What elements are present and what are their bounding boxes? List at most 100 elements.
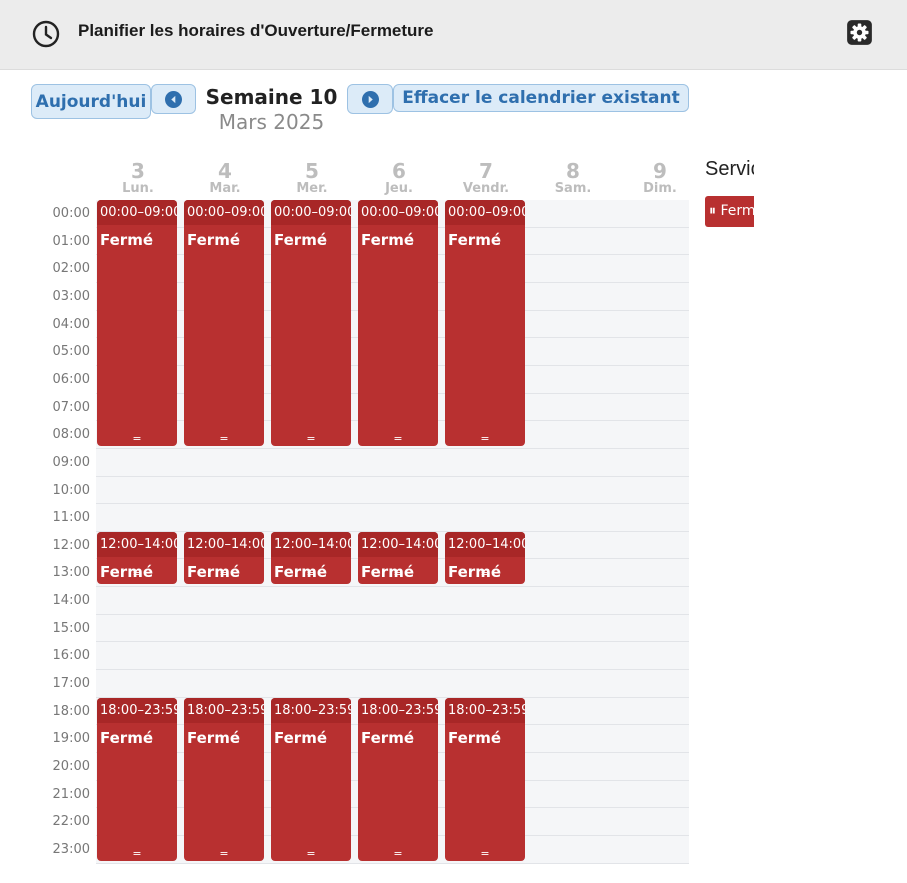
day-header-9: 9 Dim. <box>620 158 700 196</box>
hour-label: 01:00 <box>52 233 90 249</box>
resize-handle[interactable]: = <box>271 433 351 445</box>
service-closed-chip[interactable]: ⏸ Ferm <box>705 196 754 227</box>
hour-line <box>96 863 689 864</box>
event-time: 00:00–09:00 <box>358 200 438 225</box>
chevron-left-icon <box>165 90 182 108</box>
resize-handle[interactable]: = <box>271 568 351 580</box>
hour-label: 13:00 <box>52 565 90 581</box>
hour-line <box>96 448 689 449</box>
next-week-button[interactable] <box>347 84 393 114</box>
top-bar: Planifier les horaires d'Ouverture/Ferme… <box>0 0 907 70</box>
resize-handle[interactable]: = <box>184 433 264 445</box>
day-label: Dim. <box>643 181 677 196</box>
resize-handle[interactable]: = <box>97 568 177 580</box>
event-time: 12:00–14:00 <box>445 532 525 557</box>
closed-event[interactable]: 00:00–09:00 Fermé = <box>184 200 264 446</box>
today-button[interactable]: Aujourd'hui <box>31 84 151 119</box>
event-time: 18:00–23:59 <box>358 698 438 723</box>
hour-line <box>96 614 689 615</box>
event-time: 12:00–14:00 <box>97 532 177 557</box>
day-label: Vendr. <box>462 181 510 196</box>
closed-event[interactable]: 12:00–14:00 Fermé = <box>97 532 177 584</box>
gear-icon[interactable] <box>846 19 873 46</box>
hour-label: 20:00 <box>52 759 90 774</box>
closed-event[interactable]: 12:00–14:00 Fermé = <box>358 532 438 584</box>
hour-label: 14:00 <box>52 593 90 609</box>
event-label: Fermé <box>187 231 241 249</box>
hour-label: 08:00 <box>52 427 90 443</box>
hour-label: 16:00 <box>52 648 90 664</box>
event-time: 18:00–23:59 <box>184 698 264 723</box>
resize-handle[interactable]: = <box>97 848 177 860</box>
hour-label: 02:00 <box>52 261 90 277</box>
hour-label: 07:00 <box>52 399 90 415</box>
event-time: 00:00–09:00 <box>271 200 351 225</box>
event-time: 12:00–14:00 <box>184 532 264 557</box>
closed-event[interactable]: 00:00–09:00 Fermé = <box>271 200 351 446</box>
event-label: Fermé <box>187 729 241 747</box>
event-label: Fermé <box>100 729 154 747</box>
event-label: Fermé <box>448 231 502 249</box>
month-title: Mars 2025 <box>218 110 325 134</box>
closed-event[interactable]: 12:00–14:00 Fermé = <box>184 532 264 584</box>
closed-event[interactable]: 18:00–23:59 Fermé = <box>97 698 177 861</box>
hour-label: 03:00 <box>52 288 90 304</box>
services-title: Servic <box>705 158 754 180</box>
event-time: 12:00–14:00 <box>358 532 438 557</box>
hour-label: 17:00 <box>52 676 90 692</box>
day-label: Jeu. <box>385 181 413 196</box>
previous-week-button[interactable] <box>151 84 196 114</box>
resize-handle[interactable]: = <box>358 568 438 580</box>
event-time: 12:00–14:00 <box>271 532 351 557</box>
resize-handle[interactable]: = <box>358 433 438 445</box>
hour-line <box>96 503 689 504</box>
resize-handle[interactable]: = <box>184 848 264 860</box>
closed-event[interactable]: 18:00–23:59 Fermé = <box>358 698 438 861</box>
closed-event[interactable]: 12:00–14:00 Fermé = <box>445 532 525 584</box>
event-time: 00:00–09:00 <box>184 200 264 225</box>
event-time: 18:00–23:59 <box>97 698 177 723</box>
resize-handle[interactable]: = <box>445 568 525 580</box>
event-label: Fermé <box>100 231 154 249</box>
hour-line <box>96 641 689 642</box>
clear-calendar-button[interactable]: Effacer le calendrier existant <box>393 84 689 112</box>
event-label: Fermé <box>361 729 415 747</box>
resize-handle[interactable]: = <box>184 568 264 580</box>
day-header-8: 8 Sam. <box>533 158 613 196</box>
resize-handle[interactable]: = <box>358 848 438 860</box>
event-time: 18:00–23:59 <box>445 698 525 723</box>
hour-label: 21:00 <box>52 786 90 802</box>
hour-label: 06:00 <box>52 371 90 387</box>
day-label: Sam. <box>554 181 592 196</box>
hour-line <box>96 669 689 670</box>
event-label: Fermé <box>274 231 328 249</box>
event-label: Fermé <box>274 729 328 747</box>
closed-event[interactable]: 12:00–14:00 Fermé = <box>271 532 351 584</box>
closed-event[interactable]: 00:00–09:00 Fermé = <box>97 200 177 446</box>
hour-label: 15:00 <box>52 620 90 636</box>
closed-event[interactable]: 00:00–09:00 Fermé = <box>358 200 438 446</box>
closed-event[interactable]: 18:00–23:59 Fermé = <box>184 698 264 861</box>
event-time: 00:00–09:00 <box>97 200 177 225</box>
resize-handle[interactable]: = <box>445 433 525 445</box>
closed-event[interactable]: 18:00–23:59 Fermé = <box>271 698 351 861</box>
resize-handle[interactable]: = <box>271 848 351 860</box>
event-time: 00:00–09:00 <box>445 200 525 225</box>
hour-label: 05:00 <box>52 344 90 360</box>
hour-label: 09:00 <box>52 454 90 470</box>
day-header-6: 6 Jeu. <box>359 158 439 196</box>
closed-event[interactable]: 18:00–23:59 Fermé = <box>445 698 525 861</box>
closed-event[interactable]: 00:00–09:00 Fermé = <box>445 200 525 446</box>
chevron-right-icon <box>361 90 379 108</box>
clock-icon <box>32 20 60 48</box>
day-header-3: 3 Lun. <box>98 158 178 196</box>
resize-handle[interactable]: = <box>97 433 177 445</box>
hour-line <box>96 586 689 587</box>
hour-label: 19:00 <box>52 731 90 747</box>
day-header-5: 5 Mer. <box>272 158 352 196</box>
hour-label: 22:00 <box>52 814 90 830</box>
hour-label: 00:00 <box>52 206 90 221</box>
day-label: Mar. <box>209 181 241 196</box>
week-title: Semaine 10 <box>205 85 338 109</box>
resize-handle[interactable]: = <box>445 848 525 860</box>
